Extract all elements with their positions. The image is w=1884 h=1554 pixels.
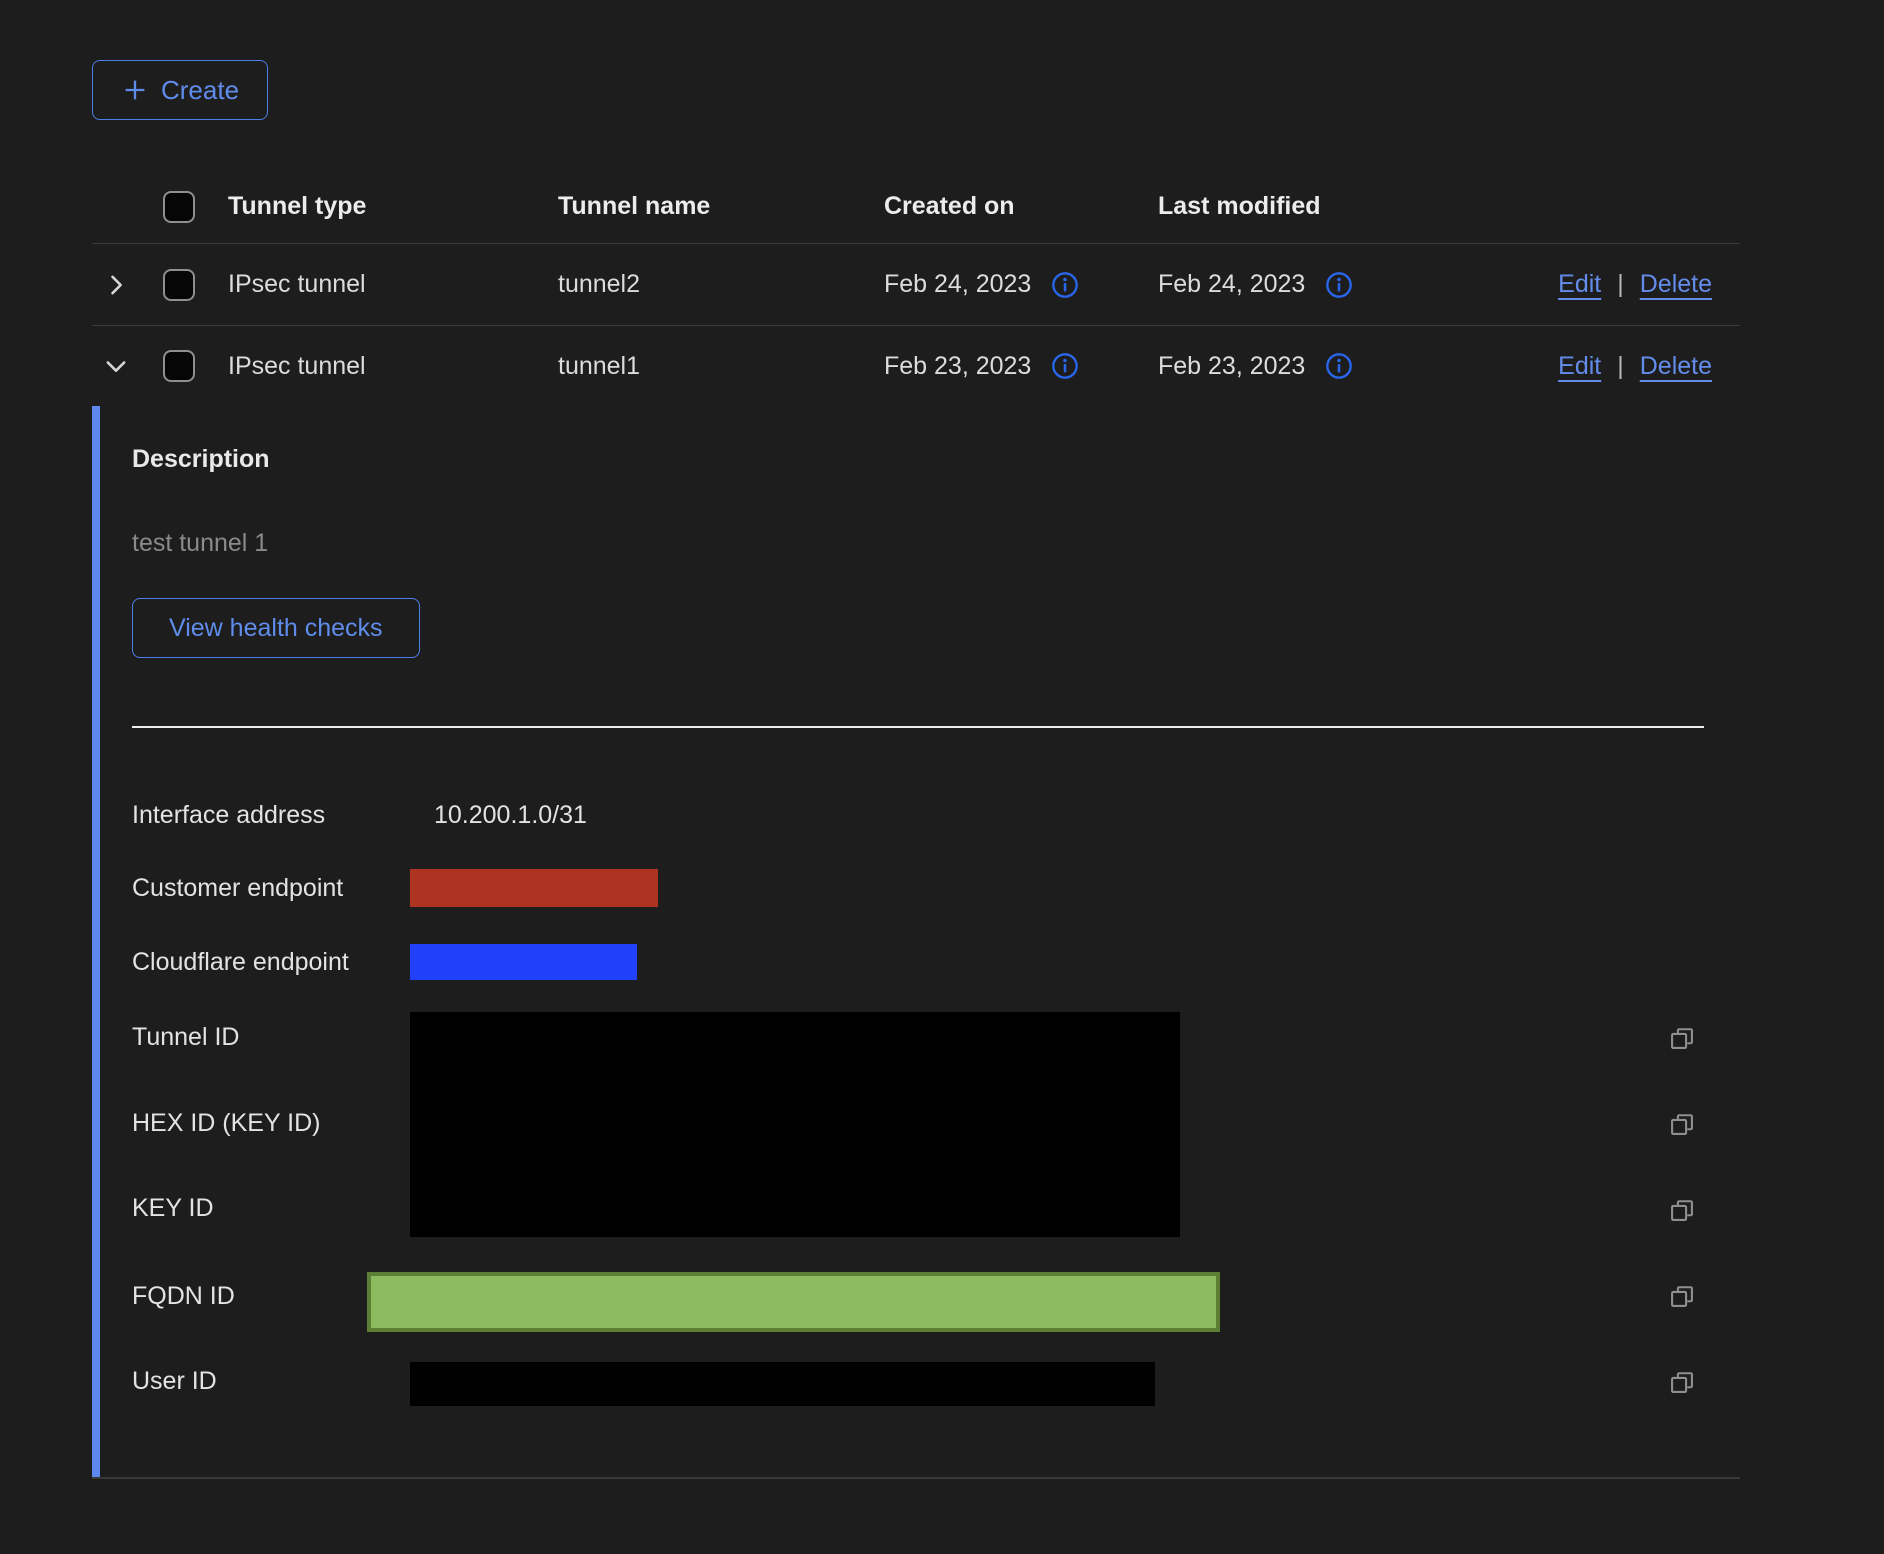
view-health-checks-button[interactable]: View health checks: [132, 598, 420, 658]
user-id-redacted-value: [410, 1362, 1155, 1406]
chevron-down-icon: [102, 352, 130, 380]
ids-redacted-value: [410, 1012, 1180, 1237]
cell-last-modified: Feb 24, 2023: [1158, 270, 1305, 299]
chevron-right-icon: [102, 271, 130, 299]
description-value: test tunnel 1: [132, 530, 268, 556]
info-icon[interactable]: [1051, 271, 1079, 299]
header-tunnel-name: Tunnel name: [558, 192, 884, 221]
copy-icon[interactable]: [1668, 1024, 1696, 1052]
copy-icon[interactable]: [1668, 1368, 1696, 1396]
description-label: Description: [132, 446, 270, 472]
section-divider: [132, 726, 1704, 728]
cell-created-on: Feb 24, 2023: [884, 270, 1031, 299]
info-icon[interactable]: [1051, 352, 1079, 380]
action-separator: |: [1617, 352, 1624, 381]
create-button[interactable]: Create: [92, 60, 268, 120]
copy-icon[interactable]: [1668, 1282, 1696, 1310]
select-all-checkbox[interactable]: [163, 191, 195, 223]
select-row-checkbox[interactable]: [163, 269, 195, 301]
expanded-indicator-bar: [92, 406, 100, 1477]
info-icon[interactable]: [1325, 271, 1353, 299]
cloudflare-endpoint-label: Cloudflare endpoint: [132, 949, 349, 975]
fqdn-id-redacted-value: [367, 1272, 1220, 1332]
expanded-row-panel: Description test tunnel 1 View health ch…: [92, 406, 1740, 1477]
customer-endpoint-label: Customer endpoint: [132, 875, 343, 901]
expand-row-button[interactable]: [92, 271, 140, 299]
copy-icon[interactable]: [1668, 1196, 1696, 1224]
tunnels-page: Create Tunnel type Tunnel name Created o…: [0, 0, 1884, 1554]
table-row: IPsec tunnel tunnel2 Feb 24, 2023 Feb 24…: [92, 244, 1740, 325]
copy-icon[interactable]: [1668, 1110, 1696, 1138]
delete-link[interactable]: Delete: [1640, 270, 1712, 299]
create-button-label: Create: [161, 75, 239, 106]
cloudflare-endpoint-redacted-value: [410, 944, 637, 980]
interface-address-value: 10.200.1.0/31: [434, 802, 587, 828]
key-id-label: KEY ID: [132, 1195, 214, 1221]
cell-tunnel-type: IPsec tunnel: [228, 352, 558, 381]
info-icon[interactable]: [1325, 352, 1353, 380]
cell-tunnel-type: IPsec tunnel: [228, 270, 558, 299]
fqdn-id-label: FQDN ID: [132, 1283, 235, 1309]
cell-last-modified: Feb 23, 2023: [1158, 352, 1305, 381]
delete-link[interactable]: Delete: [1640, 352, 1712, 381]
tunnel-id-label: Tunnel ID: [132, 1024, 239, 1050]
plus-icon: [121, 76, 149, 104]
user-id-label: User ID: [132, 1368, 217, 1394]
cell-created-on: Feb 23, 2023: [884, 352, 1031, 381]
select-row-checkbox[interactable]: [163, 350, 195, 382]
cell-tunnel-name: tunnel1: [558, 352, 884, 381]
edit-link[interactable]: Edit: [1558, 352, 1601, 381]
header-created-on: Created on: [884, 192, 1158, 221]
customer-endpoint-redacted-value: [410, 869, 658, 907]
table-header-row: Tunnel type Tunnel name Created on Last …: [92, 170, 1740, 243]
table-row: IPsec tunnel tunnel1 Feb 23, 2023 Feb 23…: [92, 326, 1740, 406]
collapse-row-button[interactable]: [92, 352, 140, 380]
header-last-modified: Last modified: [1158, 192, 1458, 221]
table-bottom-divider: [92, 1477, 1740, 1479]
cell-tunnel-name: tunnel2: [558, 270, 884, 299]
action-separator: |: [1617, 270, 1624, 299]
interface-address-label: Interface address: [132, 802, 325, 828]
header-tunnel-type: Tunnel type: [228, 192, 558, 221]
edit-link[interactable]: Edit: [1558, 270, 1601, 299]
hex-id-label: HEX ID (KEY ID): [132, 1110, 320, 1136]
